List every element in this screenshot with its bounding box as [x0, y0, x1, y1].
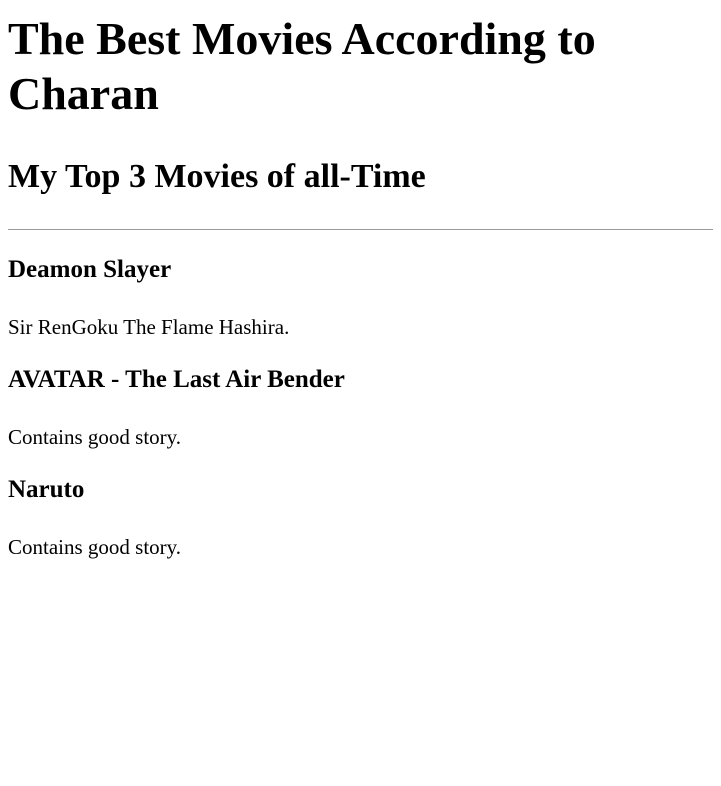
movie-title: Naruto [8, 476, 85, 503]
movie-title: AVATAR - The Last Air Bender [8, 366, 345, 393]
movie-description: Contains good story. [8, 535, 182, 559]
movie-item: Naruto Contains good story. [8, 475, 713, 560]
page-subtitle: My Top 3 Movies of all-Time [8, 158, 426, 195]
movie-description: Contains good story. [8, 425, 182, 449]
movie-item: AVATAR - The Last Air Bender Contains go… [8, 365, 713, 450]
page-content: The Best Movies According to Charan My T… [0, 11, 721, 560]
page-title: The Best Movies According to Charan [8, 13, 596, 119]
movie-item: Deamon Slayer Sir RenGoku The Flame Hash… [8, 255, 713, 340]
movie-title: Deamon Slayer [8, 256, 172, 283]
divider [8, 229, 713, 230]
movie-description: Sir RenGoku The Flame Hashira. [8, 315, 290, 339]
